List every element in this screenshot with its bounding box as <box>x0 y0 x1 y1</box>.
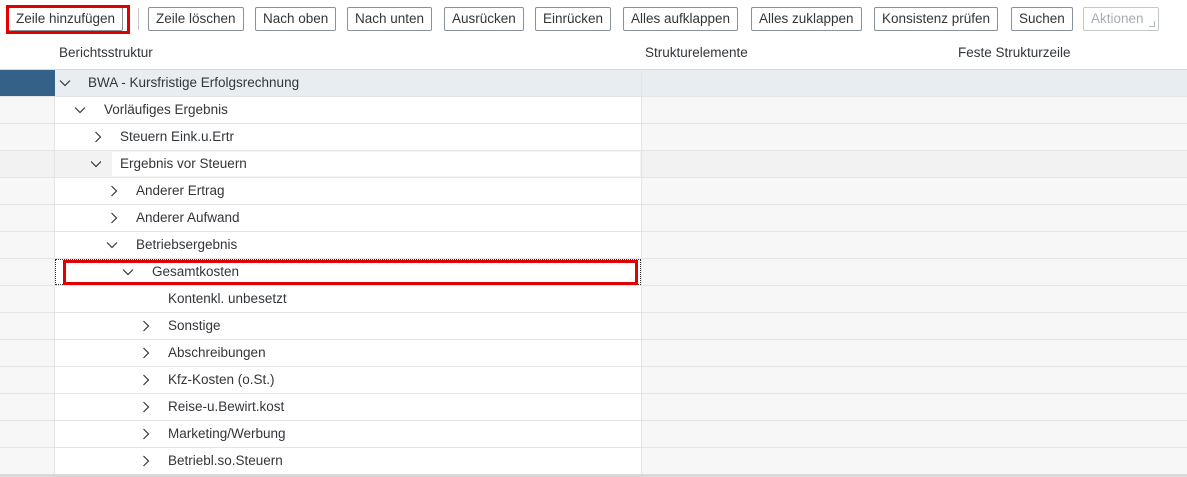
table-row[interactable]: Betriebl.so.Steuern <box>0 448 1187 475</box>
tree-node-label: Sonstige <box>168 318 221 333</box>
tree-node-label: Ergebnis vor Steuern <box>120 156 247 171</box>
row-selector[interactable] <box>0 367 55 393</box>
chevron-down-icon[interactable] <box>58 76 72 90</box>
table-row[interactable]: Sonstige <box>0 313 1187 340</box>
chevron-down-icon[interactable] <box>73 103 87 117</box>
tree-node-label: Abschreibungen <box>168 345 266 360</box>
row-selector[interactable] <box>0 97 55 123</box>
table-row[interactable]: BWA - Kursfristige Erfolgsrechnung <box>0 70 1187 97</box>
tree-node-label: Reise-u.Bewirt.kost <box>168 399 285 414</box>
check-consistency-button[interactable]: Konsistenz prüfen <box>874 7 999 31</box>
tree-node-label: Betriebsergebnis <box>136 237 238 252</box>
table-row[interactable]: Anderer Ertrag <box>0 178 1187 205</box>
chevron-right-icon[interactable] <box>139 346 153 360</box>
delete-row-button[interactable]: Zeile löschen <box>148 7 244 31</box>
actions-button-label: Aktionen <box>1091 11 1144 26</box>
table-row[interactable]: Ergebnis vor Steuern <box>0 151 1187 178</box>
chevron-right-icon[interactable] <box>139 400 153 414</box>
column-header-feste-strukturzeile[interactable]: Feste Strukturzeile <box>958 38 1071 69</box>
row-selector[interactable] <box>0 124 55 150</box>
row-selector[interactable] <box>0 286 55 312</box>
chevron-right-icon[interactable] <box>139 319 153 333</box>
tree-node-label: Marketing/Werbung <box>168 426 286 441</box>
table-row[interactable]: Gesamtkosten <box>0 259 1187 286</box>
chevron-down-icon[interactable] <box>105 238 119 252</box>
actions-button: Aktionen <box>1083 7 1159 31</box>
table-row[interactable]: Abschreibungen <box>0 340 1187 367</box>
row-selector[interactable] <box>0 259 55 285</box>
chevron-right-icon[interactable] <box>107 211 121 225</box>
toolbar-separator <box>138 8 139 30</box>
search-button[interactable]: Suchen <box>1011 7 1073 31</box>
move-down-button[interactable]: Nach unten <box>347 7 433 31</box>
tree-node-label: Kfz-Kosten (o.St.) <box>168 372 275 387</box>
tree-node-label: BWA - Kursfristige Erfolgsrechnung <box>88 75 300 90</box>
table-header: Berichtsstruktur Strukturelemente Feste … <box>0 38 1187 70</box>
tree-node-label: Anderer Aufwand <box>136 210 240 225</box>
table-row[interactable]: Marketing/Werbung <box>0 421 1187 448</box>
chevron-right-icon[interactable] <box>139 427 153 441</box>
add-row-button[interactable]: Zeile hinzufügen <box>8 7 124 31</box>
resize-grip-icon <box>1148 21 1155 27</box>
move-up-button[interactable]: Nach oben <box>255 7 337 31</box>
tree-node-label: Anderer Ertrag <box>136 183 225 198</box>
tree-node-label: Vorläufiges Ergebnis <box>104 102 228 117</box>
row-selector[interactable] <box>0 151 55 177</box>
tree-node-label: Kontenkl. unbesetzt <box>168 291 287 306</box>
table-row[interactable]: Kfz-Kosten (o.St.) <box>0 367 1187 394</box>
expand-all-button[interactable]: Alles aufklappen <box>623 7 739 31</box>
row-selector[interactable] <box>0 178 55 204</box>
collapse-all-button[interactable]: Alles zuklappen <box>751 7 862 31</box>
table-row[interactable]: Betriebsergebnis <box>0 232 1187 259</box>
chevron-right-icon[interactable] <box>139 373 153 387</box>
row-selector[interactable] <box>0 421 55 447</box>
table-row[interactable]: Steuern Eink.u.Ertr <box>0 124 1187 151</box>
row-selector[interactable] <box>0 313 55 339</box>
table-row[interactable]: Reise-u.Bewirt.kost <box>0 394 1187 421</box>
table-row[interactable]: Vorläufiges Ergebnis <box>0 97 1187 124</box>
indent-button[interactable]: Einrücken <box>535 7 612 31</box>
tree-node-label: Steuern Eink.u.Ertr <box>120 129 235 144</box>
table-row[interactable]: Anderer Aufwand <box>0 205 1187 232</box>
outdent-button[interactable]: Ausrücken <box>444 7 524 31</box>
chevron-right-icon[interactable] <box>91 130 105 144</box>
chevron-right-icon[interactable] <box>139 454 153 468</box>
toolbar: Zeile hinzufügen Zeile löschen Nach oben… <box>0 0 1187 38</box>
chevron-right-icon[interactable] <box>107 184 121 198</box>
row-selector[interactable] <box>0 340 55 366</box>
column-header-berichtsstruktur[interactable]: Berichtsstruktur <box>59 38 153 69</box>
table-row[interactable]: Kontenkl. unbesetzt <box>0 286 1187 313</box>
row-selector[interactable] <box>0 394 55 420</box>
row-selector[interactable] <box>0 70 55 96</box>
tree-node-label: Gesamtkosten <box>152 264 240 279</box>
chevron-down-icon[interactable] <box>121 265 135 279</box>
chevron-down-icon[interactable] <box>89 157 103 171</box>
row-selector[interactable] <box>0 232 55 258</box>
row-selector[interactable] <box>0 205 55 231</box>
column-header-strukturelemente[interactable]: Strukturelemente <box>645 38 748 69</box>
row-selector[interactable] <box>0 448 55 474</box>
tree-node-label: Betriebl.so.Steuern <box>168 453 283 468</box>
